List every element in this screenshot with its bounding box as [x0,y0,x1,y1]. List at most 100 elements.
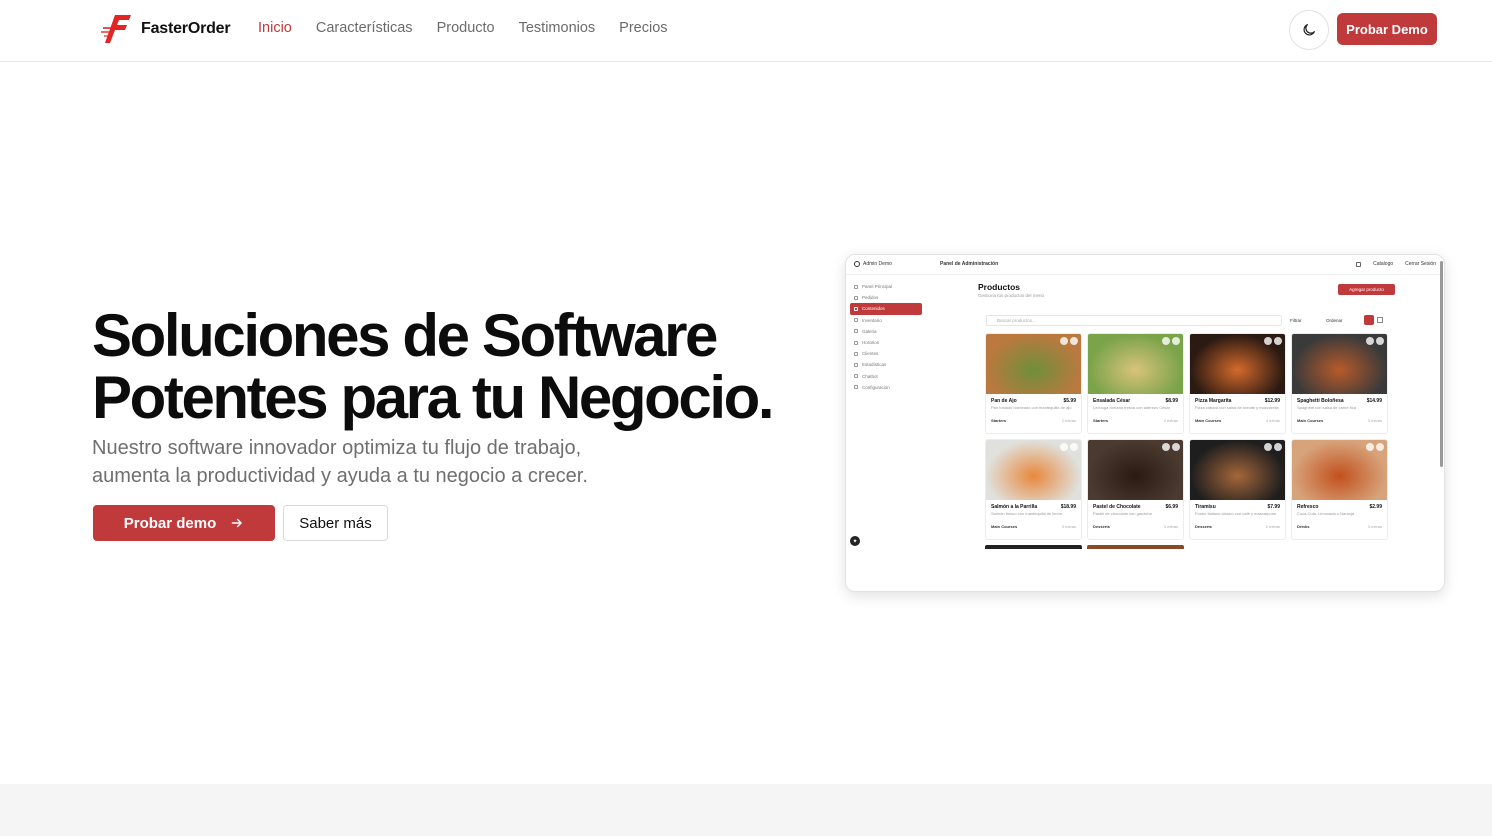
screenshot-product-card: Pizza Margarita $12.99 Pizza clásica con s… [1189,333,1286,434]
product-delete-icon [1172,443,1180,451]
product-delete-icon [1376,337,1384,345]
sidebar-item-icon [854,318,858,323]
product-title-row: Spaghetti Boloñesa $14.99 [1292,394,1387,404]
learn-more-button[interactable]: Saber más [283,505,388,541]
product-price: $8.99 [1165,398,1178,404]
screenshot-product-card: Spaghetti Boloñesa $14.99 Spaghetti con sa… [1291,333,1388,434]
screenshot-scrollbar [1440,261,1443,467]
hero-subtitle-line-1: Nuestro software innovador optimiza tu f… [92,437,582,459]
try-demo-button[interactable]: Probar demo [93,505,275,541]
screenshot-admin-label: Admin Demo [863,261,892,267]
product-name: Pizza Margarita [1195,398,1232,404]
nav-link-testimonios[interactable]: Testimonios [519,20,596,36]
product-image [1292,334,1387,394]
next-section-band [0,784,1492,836]
product-category: Starters [1093,418,1109,423]
product-footer: Main Courses 4 extras [1190,416,1285,423]
product-image [986,334,1081,394]
screenshot-heading-sub: Gestiona tus productos del menú [978,293,1045,298]
product-description: Postre italiano clásico con café y masca… [1195,511,1277,516]
product-footer: Starters 2 extras [986,416,1081,423]
product-title-row: Pan de Ajo $5.99 [986,394,1081,404]
product-footer: Desserts 2 extras [1190,522,1285,529]
screenshot-product-card: Pan de Ajo $5.99 Pan tostado horneado con … [985,333,1082,434]
product-image [1190,334,1285,394]
product-edit-icon [1162,337,1170,345]
product-title-row: Ensalada César $8.99 [1088,394,1183,404]
product-name: Spaghetti Boloñesa [1297,398,1344,404]
product-price: $12.99 [1264,398,1280,404]
product-price: $18.99 [1060,504,1076,510]
screenshot-floating-button-icon: ✦ [850,536,860,546]
screenshot-partial-card [1087,545,1184,549]
screenshot-sidebar-item: Configuración [850,382,922,393]
sidebar-item-icon [854,284,858,289]
screenshot-sidebar-item: Clientes [850,348,922,359]
screenshot-list-view-icon [1377,317,1383,323]
try-demo-label: Probar demo [123,514,217,532]
hero-subtitle-line-2: aumenta la productividad y ayuda a tu ne… [92,465,588,487]
screenshot-sidebar-item: Horarios [850,337,922,348]
sidebar-item-label: Panel Principal [862,284,893,290]
hero-subtitle: Nuestro software innovador optimiza tu f… [92,434,692,490]
product-extras: 3 extras [1367,418,1382,423]
product-edit-icon [1366,443,1374,451]
product-footer: Main Courses 3 extras [1292,416,1387,423]
product-delete-icon [1070,337,1078,345]
nav-link-precios[interactable]: Precios [619,20,667,36]
brand-logo[interactable]: FasterOrder [101,12,231,46]
screenshot-sidebar-item: Chatbot [850,371,922,382]
sidebar-item-icon [854,385,858,390]
screenshot-product-card: Ensalada César $8.99 Lechuga romana fresca… [1087,333,1184,434]
header-demo-button[interactable]: Probar Demo [1337,13,1437,45]
product-edit-icon [1060,443,1068,451]
product-description: Coca-Cola, Limonada o Naranja [1297,511,1355,516]
product-category: Main Courses [1195,418,1222,423]
nav-link-inicio[interactable]: Inicio [258,20,292,36]
product-edit-icon [1162,443,1170,451]
product-name: Ensalada César [1093,398,1131,404]
site-header: FasterOrder Inicio Características Produ… [0,0,1492,62]
sidebar-item-label: Galeria [862,328,877,334]
screenshot-sidebar-item-active: Contenidos [850,303,922,315]
screenshot-sidebar-item: Estadísticas [850,359,922,370]
brand-name: FasterOrder [141,20,231,37]
screenshot-sidebar-item: Panel Principal [850,281,922,292]
product-category: Drinks [1297,524,1310,529]
product-name: Tiramisu [1195,504,1216,510]
product-image [986,440,1081,500]
hero-title: Soluciones de Software Potentes para tu … [92,305,812,429]
screenshot-admin: Admin Demo [854,261,892,267]
product-name: Refresco [1297,504,1319,510]
product-footer: Main Courses 3 extras [986,522,1081,529]
sidebar-item-label: Clientes [862,351,879,357]
product-title-row: Salmón a la Parrilla $18.99 [986,500,1081,510]
product-extras: 3 extras [1163,524,1178,529]
product-description: Lechuga romana fresca con aderezo César [1093,405,1170,410]
screenshot-product-grid: Pan de Ajo $5.99 Pan tostado horneado con … [985,333,1389,540]
screenshot-panel-title: Panel de Administración [940,261,999,267]
nav-link-caracteristicas[interactable]: Características [316,20,413,36]
sidebar-item-label: Pedidos [862,295,879,301]
screenshot-sidebar: Panel Principal Pedidos Contenidos Inven… [850,281,922,393]
product-screenshot: Admin Demo Panel de Administración Catal… [845,254,1445,592]
nav-link-producto[interactable]: Producto [437,20,495,36]
screenshot-filter-button: Filtrar [1290,318,1302,323]
product-description: Pizza clásica con salsa de tomate y mozz… [1195,405,1279,410]
theme-toggle-button[interactable] [1289,10,1329,50]
sidebar-item-icon [854,351,858,356]
product-footer: Desserts 3 extras [1088,522,1183,529]
product-image [1088,334,1183,394]
screenshot-order-button: Ordenar [1326,318,1343,323]
screenshot-sidebar-item: Galeria [850,326,922,337]
admin-logo-icon [854,261,860,267]
product-edit-icon [1264,337,1272,345]
product-extras: 2 extras [1265,524,1280,529]
product-image [1292,440,1387,500]
screenshot-heading: Productos [978,282,1021,292]
product-delete-icon [1172,337,1180,345]
product-description: Pastel de chocolate con ganache [1093,511,1152,516]
screenshot-product-card: Refresco $2.99 Coca-Cola, Limonada o Naran… [1291,439,1388,540]
product-delete-icon [1376,443,1384,451]
product-price: $2.99 [1369,504,1382,510]
